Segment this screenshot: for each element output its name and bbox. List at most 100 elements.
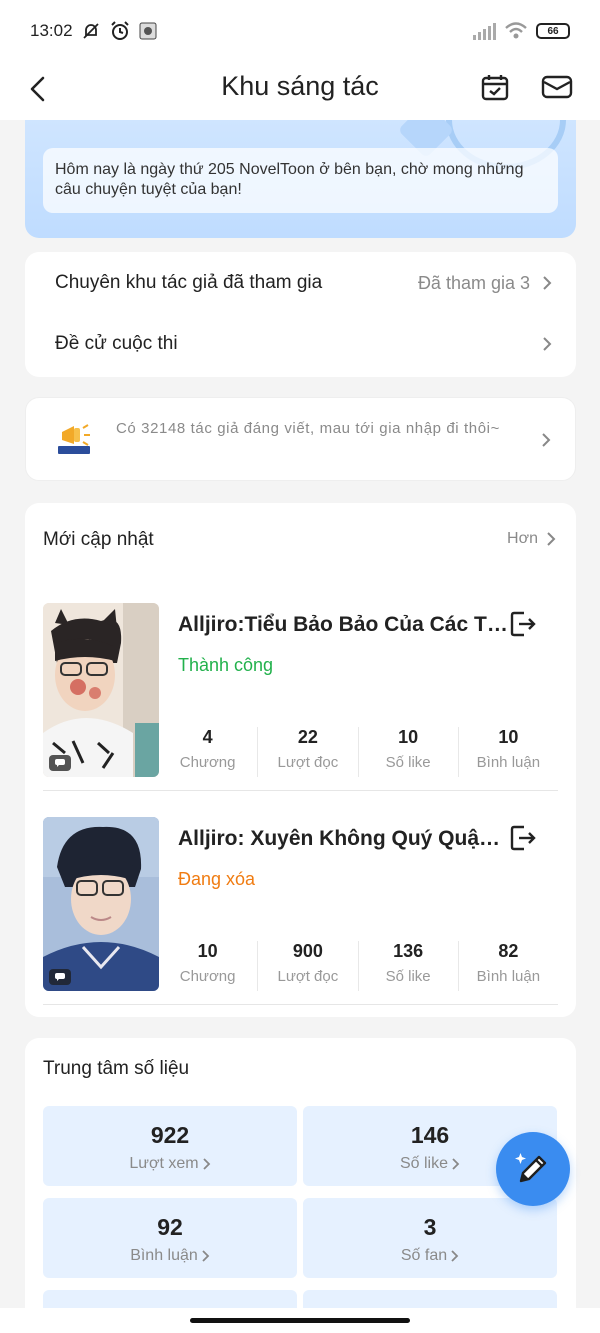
author-zones-value: Đã tham gia 3 [417,272,530,293]
stat-value: 4 [202,727,213,747]
app-header: Khu sáng tác [0,62,600,120]
exit-edit-icon [510,611,536,637]
bell-off-icon [82,23,99,39]
book-cover[interactable] [43,817,159,991]
stat-value: 10 [197,941,218,961]
stat-label: Lượt đọc [277,968,339,985]
book-item[interactable]: Alljiro:Tiểu Bảo Bảo Của Các Th... Thành… [43,603,558,791]
write-fab-button[interactable] [496,1132,570,1206]
stat-value: 10 [498,727,519,747]
stat-likes: 10 Số like [359,727,459,777]
author-zones-label: Chuyên khu tác giả đã tham gia [55,272,323,293]
promo-card[interactable]: Có 32148 tác giả đáng viết, mau tới gia … [25,397,576,481]
stat-chapters: 10 Chương [158,941,259,991]
stat-label: Số like [385,968,431,985]
welcome-banner: Hôm nay là ngày thứ 205 NovelToon ở bên … [25,120,576,238]
recent-updates-card: Mới cập nhật Hơn Alljiro:Tiểu Bảo Bảo Củ… [25,503,576,1017]
stat-value: 136 [393,941,424,961]
tile-label-row: Bình luận [130,1247,210,1265]
megaphone-icon [58,424,90,454]
stat-comments: 82 Bình luận [459,941,558,991]
tile-label-row: Số like [400,1155,460,1173]
tile-label-row: Lượt xem [129,1155,210,1173]
alarm-icon [110,21,129,40]
battery-icon: 66 [536,23,570,39]
book-title[interactable]: Alljiro:Tiểu Bảo Bảo Của Các Th... [178,613,508,637]
book-status: Thành công [178,655,274,675]
tile-views[interactable]: 922 Lượt xem [43,1106,297,1186]
author-zones-row[interactable]: Chuyên khu tác giả đã tham gia Đã tham g… [55,270,554,296]
chevron-right-icon [539,430,553,450]
mail-icon [541,75,573,99]
status-time: 13:02 [30,21,73,40]
stat-label: Lượt đọc [277,754,339,771]
stat-value: 900 [292,941,323,961]
tile-value: 922 [150,1122,190,1148]
data-center-title: Trung tâm số liệu [43,1058,190,1079]
signal-icon [473,23,496,40]
tile-value: 3 [423,1214,437,1240]
book-cover[interactable] [43,603,159,777]
contest-label: Đề cử cuộc thi [55,333,178,354]
stat-value: 82 [498,941,519,961]
stat-value: 22 [297,727,318,747]
stat-reads: 900 Lượt đọc [258,941,359,991]
chevron-right-icon [540,334,554,354]
calendar-check-icon [481,75,509,101]
status-icons-left [81,20,157,42]
home-indicator[interactable] [190,1318,410,1323]
mail-button[interactable] [540,70,574,104]
exit-edit-icon [510,825,536,851]
stat-label: Chương [179,968,236,985]
tile-label: Số like [399,1155,449,1172]
status-icons-right: 66 [472,21,570,41]
app-notification-icon [139,22,157,40]
status-bar: 13:02 66 [0,0,600,62]
banner-message: Hôm nay là ngày thứ 205 NovelToon ở bên … [43,148,558,213]
tile-fans[interactable]: 3 Số fan [303,1198,557,1278]
book-title[interactable]: Alljiro: Xuyên Không Quý Quậy ... [178,827,508,851]
pencil-sparkle-icon [515,1153,547,1183]
stat-value: 10 [398,727,419,747]
book-status: Đang xóa [178,869,256,889]
contest-row[interactable]: Đề cử cuộc thi [55,331,554,357]
tile-value: 92 [157,1214,183,1240]
stat-label: Chương [179,754,236,771]
tile-label: Lượt xem [129,1155,199,1172]
stat-label: Bình luận [476,968,541,985]
promo-text: Có 32148 tác giả đáng viết, mau tới gia … [116,420,500,437]
stat-reads: 22 Lượt đọc [258,727,359,777]
book-stats: 4 Chương 22 Lượt đọc 10 Số like 10 Bình … [158,727,558,777]
book-cover-image [43,817,159,991]
calendar-button[interactable] [478,70,512,104]
comment-badge-icon [49,755,71,771]
stat-comments: 10 Bình luận [459,727,558,777]
export-button[interactable] [508,609,538,639]
author-menu-card: Chuyên khu tác giả đã tham gia Đã tham g… [25,252,576,377]
stat-label: Số like [385,754,431,771]
tile-comments[interactable]: 92 Bình luận [43,1198,297,1278]
wifi-icon [505,22,527,39]
stat-likes: 136 Số like [359,941,459,991]
chevron-right-icon [452,1158,460,1170]
system-nav-bar [0,1308,600,1333]
stat-label: Bình luận [476,754,541,771]
chevron-right-icon [451,1250,459,1262]
tile-label: Bình luận [130,1247,198,1264]
chevron-right-icon [202,1158,210,1170]
more-link[interactable]: Hơn [507,530,556,548]
book-cover-image [43,603,159,777]
tile-label-row: Số fan [401,1247,459,1265]
data-center-card: Trung tâm số liệu 922 Lượt xem 146 Số li… [25,1038,576,1333]
tile-label: Số fan [400,1247,448,1264]
recent-updates-title: Mới cập nhật [43,529,154,550]
comment-badge-icon [49,969,71,985]
export-button[interactable] [508,823,538,853]
book-stats: 10 Chương 900 Lượt đọc 136 Số like 82 Bì… [158,941,558,991]
stat-chapters: 4 Chương [158,727,259,777]
battery-level: 66 [547,25,559,37]
more-label: Hơn [507,530,538,547]
book-item[interactable]: Alljiro: Xuyên Không Quý Quậy ... Đang x… [43,817,558,1005]
chevron-right-icon [547,532,556,546]
chevron-right-icon [202,1250,210,1262]
